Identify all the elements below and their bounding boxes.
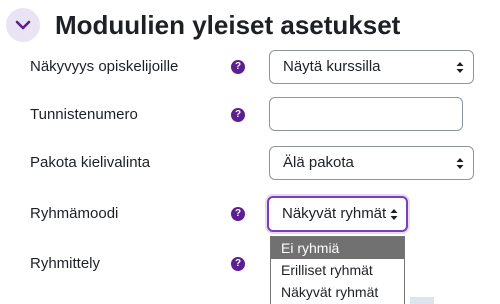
collapse-section-button[interactable]: [6, 8, 40, 42]
grouping-label: Ryhmittely: [30, 255, 101, 272]
language-select-value: Älä pakota: [283, 154, 354, 171]
select-arrows-icon: [390, 209, 398, 220]
groupmode-label: Ryhmämoodi: [30, 205, 119, 222]
help-icon[interactable]: ?: [231, 60, 245, 74]
help-icon[interactable]: ?: [231, 257, 245, 271]
groupmode-option-erilliset-ryhmat[interactable]: Erilliset ryhmät: [271, 259, 404, 281]
idnumber-input[interactable]: [269, 97, 463, 131]
visibility-label: Näkyvyys opiskelijoille: [30, 58, 179, 75]
chevron-down-icon: [15, 20, 31, 30]
groupmode-select[interactable]: Näkyvät ryhmät: [267, 196, 408, 232]
groupmode-option-ei-ryhmia[interactable]: Ei ryhmiä: [271, 237, 404, 259]
groupmode-option-nakyvat-ryhmat[interactable]: Näkyvät ryhmät: [271, 281, 404, 303]
help-icon[interactable]: ?: [231, 207, 245, 221]
visibility-select-value: Näytä kurssilla: [283, 58, 381, 75]
help-icon[interactable]: ?: [231, 108, 245, 122]
select-arrows-icon: [456, 158, 464, 169]
language-select[interactable]: Älä pakota: [269, 146, 474, 180]
language-label: Pakota kielivalinta: [30, 154, 151, 171]
idnumber-label: Tunnistenumero: [30, 106, 138, 123]
partially-hidden-element: [410, 297, 434, 304]
groupmode-dropdown-list: Ei ryhmiä Erilliset ryhmät Näkyvät ryhmä…: [270, 236, 405, 304]
groupmode-select-value: Näkyvät ryhmät: [282, 205, 387, 222]
select-arrows-icon: [456, 62, 464, 73]
visibility-select[interactable]: Näytä kurssilla: [269, 50, 474, 84]
section-title: Moduulien yleiset asetukset: [55, 10, 401, 40]
